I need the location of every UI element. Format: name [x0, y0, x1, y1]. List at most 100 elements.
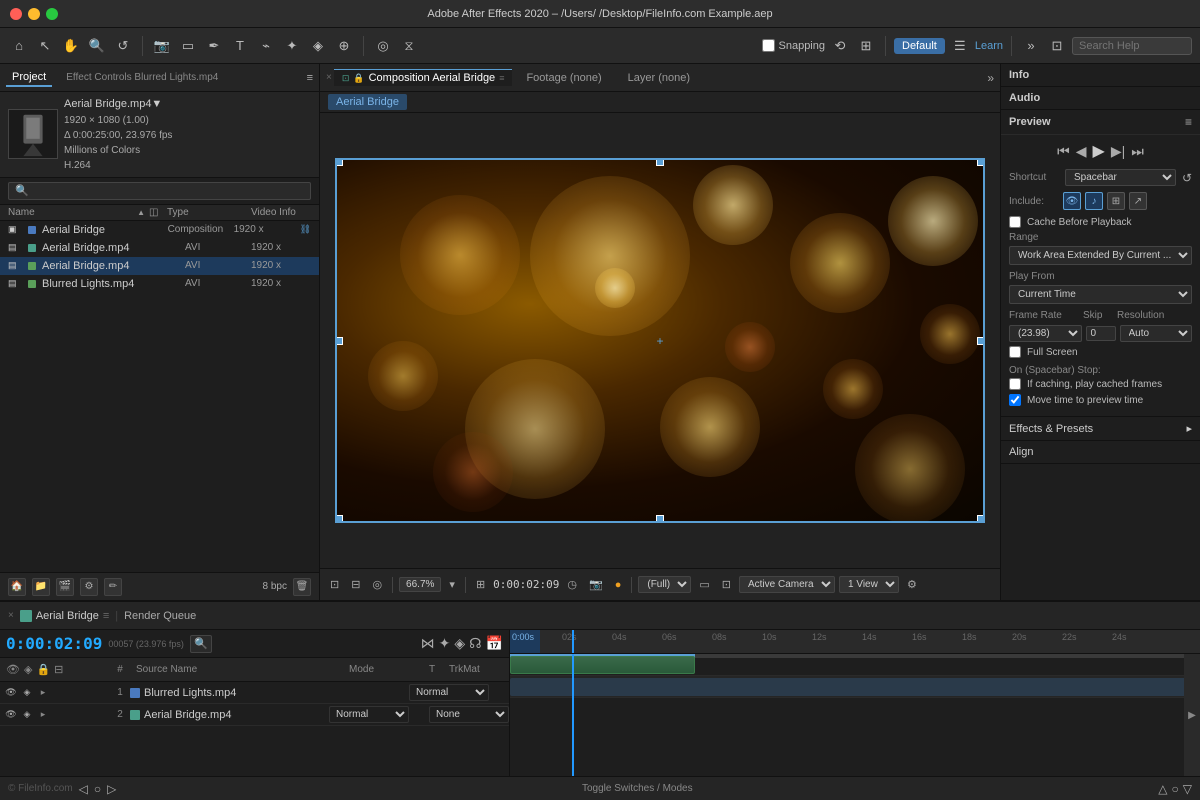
hand-tool[interactable]: ✋: [60, 35, 82, 57]
maximize-button[interactable]: [46, 8, 58, 20]
type-tool[interactable]: T: [229, 35, 251, 57]
handle-left-center[interactable]: [335, 337, 343, 345]
cache-frames-checkbox[interactable]: [1009, 378, 1021, 390]
shortcut-select[interactable]: Spacebar: [1065, 169, 1176, 186]
pin-tool[interactable]: ⧖: [398, 35, 420, 57]
file-item-aerial-bridge-mp4-1[interactable]: ▤ Aerial Bridge.mp4 AVI 1920 x: [0, 239, 319, 257]
comp-button-1[interactable]: ⊞: [472, 576, 489, 593]
new-item-btn[interactable]: 🏠: [8, 578, 26, 596]
color-btn[interactable]: ●: [611, 577, 626, 593]
layer-2-expand[interactable]: ▸: [36, 708, 50, 722]
play-from-select[interactable]: Current Time: [1009, 285, 1192, 304]
effects-presets-section[interactable]: Effects & Presets ▸: [1001, 417, 1200, 441]
timeline-current-time[interactable]: 0:00:02:09: [6, 634, 102, 653]
include-audio-icon[interactable]: ♪: [1085, 192, 1103, 210]
layer-tab[interactable]: Layer (none): [616, 68, 702, 88]
tl-calendar[interactable]: 📅: [486, 635, 503, 652]
col-name-header[interactable]: Name: [8, 207, 133, 218]
workspace-button[interactable]: Default: [894, 38, 945, 54]
comp-panel-menu[interactable]: »: [987, 71, 994, 85]
comp-time-display[interactable]: 0:00:02:09: [493, 578, 559, 591]
file-item-blurred-lights[interactable]: ▤ Blurred Lights.mp4 AVI 1920 x: [0, 275, 319, 293]
timeline-tab-menu[interactable]: ≡: [103, 610, 109, 622]
track-1[interactable]: [510, 654, 1200, 676]
include-video-icon[interactable]: 👁: [1063, 192, 1081, 210]
audio-section-header[interactable]: Audio: [1001, 87, 1200, 109]
timeline-tracks[interactable]: ▶: [510, 654, 1200, 776]
file-item-aerial-bridge-mp4-2[interactable]: ▤ Aerial Bridge.mp4 AVI 1920 x: [0, 257, 319, 275]
view-layout-select[interactable]: 1 View: [839, 576, 899, 593]
tl-graph-editor[interactable]: ◈: [454, 635, 465, 652]
always-preview-btn[interactable]: ⊡: [326, 576, 343, 593]
snap-toggle[interactable]: ⊞: [855, 35, 877, 57]
quality-select[interactable]: (Full): [638, 576, 691, 593]
footer-nav-circle[interactable]: ○: [94, 782, 101, 796]
timeline-playhead-ruler[interactable]: [572, 630, 574, 653]
clip-aerial-bridge[interactable]: [510, 678, 1200, 696]
layer-row-2[interactable]: 👁 ◈ ▸ 2 Aerial Bridge.mp4 Normal None: [0, 704, 509, 726]
timeline-close[interactable]: ×: [8, 610, 14, 621]
window-controls[interactable]: [10, 8, 58, 20]
footer-nav-down[interactable]: ▽: [1183, 782, 1192, 796]
layer-1-expand[interactable]: ▸: [36, 686, 50, 700]
fullscreen-checkbox[interactable]: [1009, 346, 1021, 358]
layer-1-audio[interactable]: ◈: [20, 686, 34, 700]
range-select[interactable]: Work Area Extended By Current ...: [1009, 246, 1192, 265]
eraser-tool[interactable]: ◈: [307, 35, 329, 57]
expand-button[interactable]: »: [1020, 35, 1042, 57]
snap-options[interactable]: ⟲: [829, 35, 851, 57]
footer-center-label[interactable]: Toggle Switches / Modes: [122, 783, 1152, 794]
handle-top-right[interactable]: [977, 158, 985, 166]
shortcut-reset-btn[interactable]: ↺: [1182, 171, 1192, 185]
move-time-checkbox[interactable]: [1009, 394, 1021, 406]
time-options[interactable]: ◷: [563, 576, 581, 593]
include-overflow-icon[interactable]: ⊞: [1107, 192, 1125, 210]
panel-menu-icon[interactable]: ≡: [307, 72, 313, 84]
layer-1-visibility[interactable]: 👁: [4, 686, 18, 700]
effect-controls-tab[interactable]: Effect Controls Blurred Lights.mp4: [60, 70, 224, 85]
zoom-tool[interactable]: 🔍: [86, 35, 108, 57]
viewer-output-btn[interactable]: ⊟: [347, 576, 364, 593]
preview-play[interactable]: ▶: [1093, 141, 1105, 161]
region-interest-btn[interactable]: ⊡: [718, 576, 735, 593]
rotation-tool[interactable]: ↺: [112, 35, 134, 57]
composition-tab-active[interactable]: ⊡ 🔒 Composition Aerial Bridge ≡: [334, 69, 513, 86]
puppet-tool[interactable]: ◎: [372, 35, 394, 57]
resolution-select[interactable]: Auto: [1120, 325, 1193, 342]
file-item-aerial-bridge-comp[interactable]: ▣ Aerial Bridge Composition 1920 x ⛓: [0, 221, 319, 239]
zoom-dropdown[interactable]: ▾: [445, 576, 459, 593]
pen-tool[interactable]: ✒: [203, 35, 225, 57]
viewer-settings-btn[interactable]: ⚙: [903, 576, 921, 593]
clip-blurred-lights[interactable]: [510, 656, 695, 674]
handle-bottom-left[interactable]: [335, 515, 343, 523]
col-video-header[interactable]: Video Info: [251, 207, 311, 218]
handle-top-center[interactable]: [656, 158, 664, 166]
camera-tool[interactable]: 📷: [151, 35, 173, 57]
snapshot-btn[interactable]: 📷: [585, 576, 607, 593]
minimize-button[interactable]: [28, 8, 40, 20]
workspace-menu[interactable]: ☰: [949, 35, 971, 57]
new-folder-btn[interactable]: 📁: [32, 578, 50, 596]
layer-2-visibility[interactable]: 👁: [4, 708, 18, 722]
timeline-search-btn[interactable]: 🔍: [190, 635, 212, 653]
selection-tool[interactable]: ↖: [34, 35, 56, 57]
skip-input[interactable]: [1086, 326, 1116, 341]
handle-right-center[interactable]: [977, 337, 985, 345]
layer-2-name[interactable]: Aerial Bridge.mp4: [144, 709, 329, 721]
frame-rate-select[interactable]: (23.98): [1009, 325, 1082, 342]
cache-playback-checkbox[interactable]: [1009, 216, 1021, 228]
project-tab[interactable]: Project: [6, 69, 52, 87]
timeline-comp-tab[interactable]: Aerial Bridge ≡: [20, 610, 109, 622]
layer-row-1[interactable]: 👁 ◈ ▸ 1 Blurred Lights.mp4 Normal: [0, 682, 509, 704]
footer-nav-prev[interactable]: ◁: [79, 782, 88, 796]
learn-button[interactable]: Learn: [975, 40, 1003, 52]
footer-nav-circle-2[interactable]: ○: [1172, 782, 1179, 796]
snapping-checkbox[interactable]: [762, 39, 775, 52]
footage-btn[interactable]: 🎬: [56, 578, 74, 596]
layer-2-audio[interactable]: ◈: [20, 708, 34, 722]
search-input[interactable]: [1072, 37, 1192, 55]
layer-2-mode-select[interactable]: Normal: [329, 706, 409, 723]
preview-menu-btn[interactable]: ≡: [1185, 115, 1192, 129]
delete-btn[interactable]: 🗑: [293, 578, 311, 596]
preview-next-frame[interactable]: ▶|: [1111, 143, 1125, 160]
